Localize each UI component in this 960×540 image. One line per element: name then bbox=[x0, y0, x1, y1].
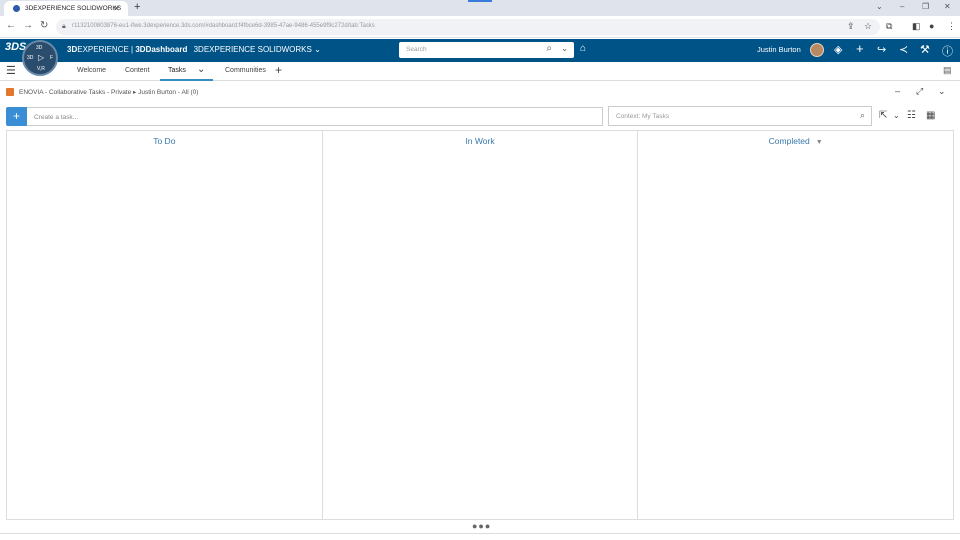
active-tab-underline bbox=[160, 79, 213, 81]
column-title: To Do bbox=[153, 136, 176, 146]
column-in-work: In Work bbox=[323, 131, 639, 519]
url-text: r1132100803876-eu1-ifwe.3dexperience.3ds… bbox=[72, 23, 375, 29]
minimize-widget-icon[interactable]: – bbox=[895, 86, 900, 96]
chat-icon[interactable]: ▤ bbox=[943, 65, 952, 76]
selection-chevron-icon[interactable]: ⌄ bbox=[893, 111, 900, 120]
brand-title[interactable]: 3DEXPERIENCE | 3DDashboard 3DEXPERIENCE … bbox=[67, 45, 321, 54]
compass-left: 3D bbox=[27, 55, 34, 61]
more-options-icon[interactable]: ●●● bbox=[472, 521, 491, 531]
compass-top: 3D bbox=[36, 45, 43, 51]
tag-icon[interactable]: ⌂ bbox=[580, 43, 586, 54]
enovia-app-icon bbox=[6, 88, 14, 96]
context-search-input[interactable]: Context: My Tasks ⌕ bbox=[608, 106, 872, 126]
brand-prefix: 3D bbox=[67, 45, 78, 54]
browser-menu-icon[interactable]: ⋮ bbox=[947, 21, 956, 32]
add-task-button[interactable]: + bbox=[6, 107, 27, 126]
notification-icon[interactable]: ◈ bbox=[834, 43, 842, 56]
tab-communities[interactable]: Communities bbox=[225, 67, 266, 74]
extensions-icon[interactable]: ⧉ bbox=[886, 21, 892, 32]
browser-tab[interactable]: 3DEXPERIENCE SOLIDWORKS ✕ bbox=[4, 1, 128, 16]
column-title-completed: Completed ▼ bbox=[638, 136, 953, 146]
search-icon[interactable]: ⌕ bbox=[860, 110, 865, 121]
add-tab-icon[interactable]: + bbox=[275, 63, 282, 77]
create-task-placeholder: Create a task... bbox=[34, 114, 79, 121]
network-icon[interactable]: ≺ bbox=[899, 43, 908, 56]
new-tab-button[interactable]: + bbox=[134, 1, 140, 13]
lock-icon: 🔒︎ bbox=[62, 23, 66, 30]
widget-menu-chevron-icon[interactable]: ⌄ bbox=[938, 86, 946, 97]
app-name: 3DEXPERIENCE SOLIDWORKS bbox=[193, 45, 312, 54]
share-icon[interactable]: ↪ bbox=[877, 43, 886, 56]
widget-title[interactable]: ENOVIA - Collaborative Tasks - Private ▸… bbox=[19, 88, 198, 96]
maximize-icon[interactable]: ❐ bbox=[922, 2, 929, 11]
reload-icon[interactable]: ↻ bbox=[40, 20, 48, 31]
compass-widget[interactable]: 3D 3D ▷ F V,R bbox=[22, 40, 58, 76]
tab-content[interactable]: Content bbox=[125, 67, 150, 74]
tab-welcome[interactable]: Welcome bbox=[77, 67, 106, 74]
selection-mode-icon[interactable]: ⇱ bbox=[879, 110, 887, 121]
board-view-icon[interactable]: ▦ bbox=[926, 110, 935, 121]
filter-icon[interactable]: ▼ bbox=[816, 139, 823, 146]
column-completed: Completed ▼ bbox=[638, 131, 953, 519]
browser-tabstrip bbox=[0, 0, 960, 16]
close-tab-icon[interactable]: ✕ bbox=[113, 4, 120, 13]
tools-icon[interactable]: ⚒ bbox=[920, 43, 930, 56]
search-icon[interactable]: ⌕ bbox=[546, 43, 552, 54]
search-options-chevron-icon[interactable]: ⌄ bbox=[561, 44, 568, 53]
chevron-down-icon: ⌄ bbox=[314, 45, 321, 54]
list-filter-icon[interactable]: ☷ bbox=[907, 110, 916, 121]
profile-icon[interactable]: ● bbox=[929, 21, 934, 31]
add-icon[interactable]: + bbox=[856, 41, 864, 56]
search-placeholder: Search bbox=[406, 46, 427, 53]
tab-search-icon[interactable]: ⌄ bbox=[876, 2, 883, 11]
favicon-icon bbox=[13, 5, 20, 12]
bookmark-star-icon[interactable]: ☆ bbox=[864, 21, 872, 32]
brand-experience: EXPERIENCE bbox=[77, 45, 129, 54]
side-panel-icon[interactable]: ◧ bbox=[912, 21, 921, 32]
create-task-input[interactable]: Create a task... bbox=[27, 107, 603, 126]
column-title: Completed bbox=[768, 136, 810, 146]
fullscreen-icon[interactable]: ⤢ bbox=[916, 86, 923, 97]
tab-tasks-chevron-icon[interactable]: ⌄ bbox=[197, 64, 205, 75]
user-name[interactable]: Justin Burton bbox=[757, 45, 801, 54]
column-title: In Work bbox=[465, 136, 495, 146]
back-icon[interactable]: ← bbox=[6, 20, 16, 31]
avatar[interactable] bbox=[810, 43, 824, 57]
compass-bottom: V,R bbox=[37, 66, 45, 72]
bottom-edge bbox=[0, 533, 960, 540]
menu-icon[interactable]: ☰ bbox=[6, 64, 16, 77]
share-page-icon[interactable]: ⇪ bbox=[847, 21, 855, 32]
kanban-board: To Do In Work Completed ▼ bbox=[6, 130, 954, 520]
play-icon: ▷ bbox=[38, 53, 45, 62]
context-placeholder: Context: My Tasks bbox=[616, 113, 669, 120]
tab-drag-marker bbox=[468, 0, 492, 2]
forward-icon[interactable]: → bbox=[23, 20, 33, 31]
tab-tasks[interactable]: Tasks bbox=[168, 67, 186, 74]
column-todo: To Do bbox=[7, 131, 323, 519]
help-icon[interactable]: ⓘ bbox=[942, 43, 953, 59]
brand-dashboard: 3DDashboard bbox=[135, 45, 188, 54]
compass-right: F bbox=[50, 55, 54, 61]
minimize-icon[interactable]: – bbox=[900, 2, 904, 11]
browser-tab-title: 3DEXPERIENCE SOLIDWORKS bbox=[25, 5, 122, 12]
url-field[interactable]: 🔒︎ r1132100803876-eu1-ifwe.3dexperience.… bbox=[56, 19, 880, 35]
search-input[interactable]: Search ⌕ ⌄ bbox=[399, 42, 574, 58]
close-window-icon[interactable]: ✕ bbox=[944, 2, 951, 11]
